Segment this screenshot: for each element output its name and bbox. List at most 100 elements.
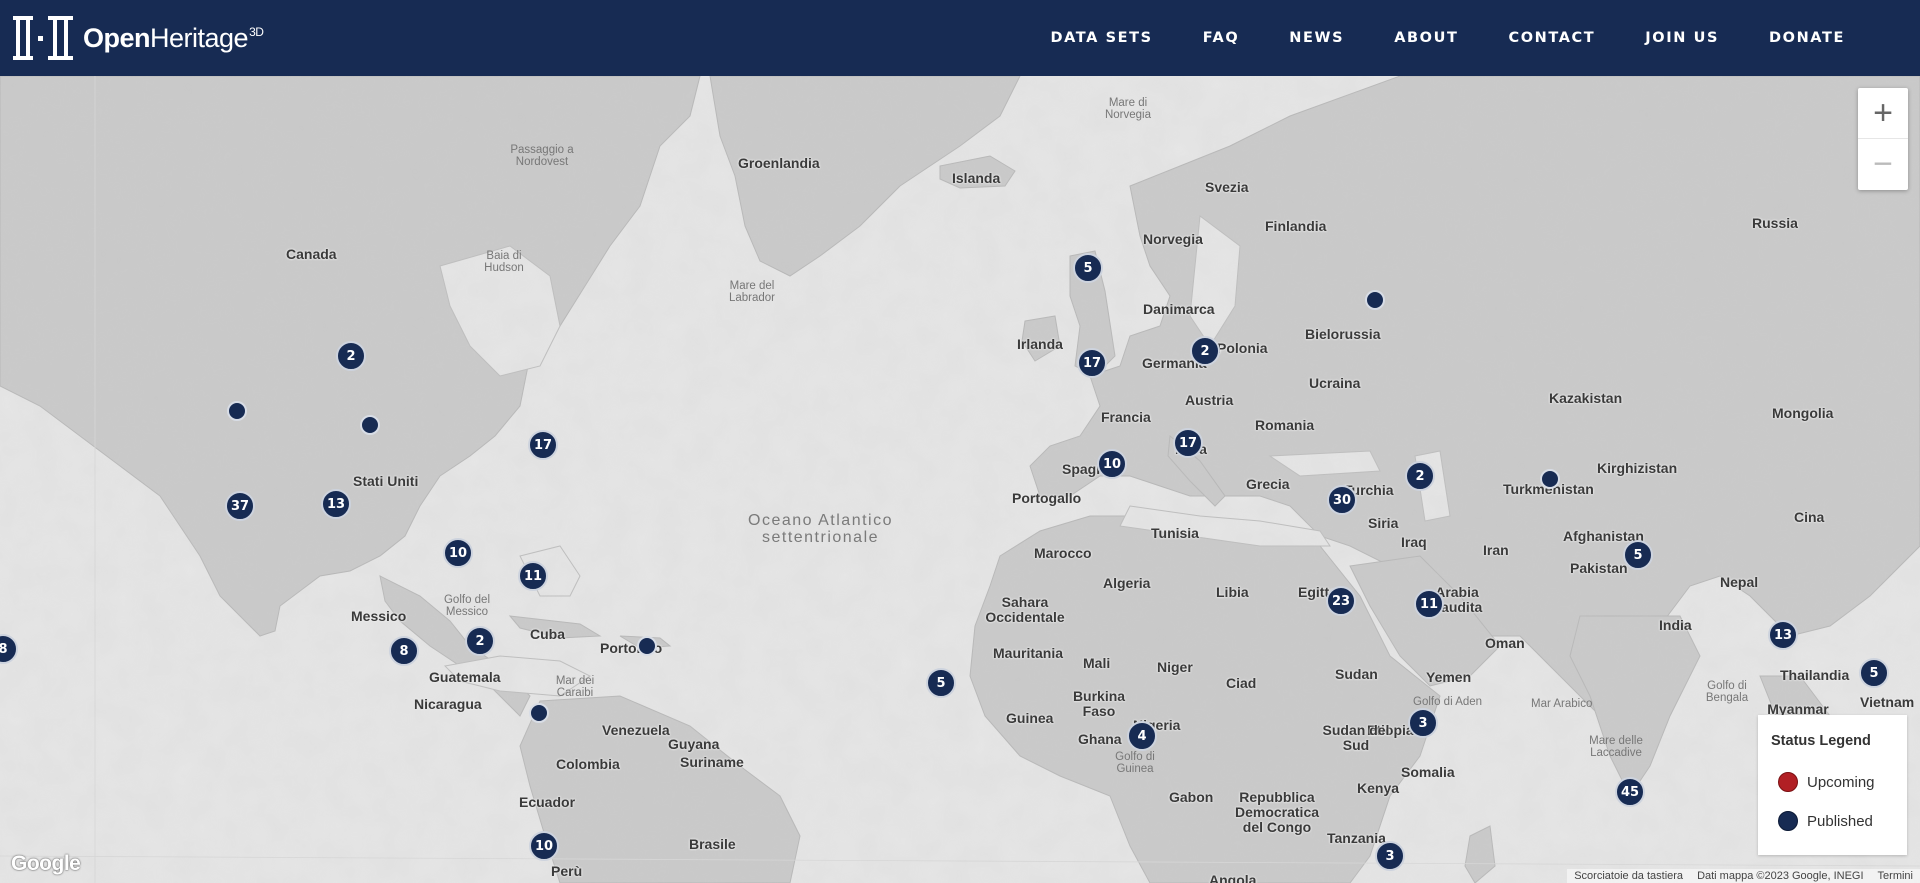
map-label: Gabon	[1169, 789, 1214, 805]
map-label: Suriname	[680, 754, 744, 770]
map-label: Kirghizistan	[1597, 460, 1678, 476]
cluster-marker[interactable]: 5	[926, 668, 956, 698]
cluster-marker[interactable]: 2	[465, 626, 495, 656]
cluster-marker[interactable]: 2	[1405, 461, 1435, 491]
zoom-out-button[interactable]: −	[1858, 138, 1908, 189]
legend-label: Published	[1807, 812, 1873, 830]
map-canvas[interactable]: Canada Stati Uniti Messico Cuba Guatemal…	[0, 76, 1920, 883]
map-label: Sudan del Sud	[1322, 722, 1390, 753]
cluster-marker[interactable]: 3	[1375, 841, 1405, 871]
map-label: Venezuela	[602, 722, 670, 738]
map-label: Marocco	[1034, 545, 1092, 561]
published-dot-icon	[1778, 811, 1798, 831]
cluster-marker[interactable]: 13	[1768, 620, 1798, 650]
nav-contact[interactable]: CONTACT	[1483, 30, 1620, 46]
map-label: Austria	[1185, 392, 1234, 408]
map-label: Sahara Occidentale	[985, 594, 1065, 625]
map-label: Cina	[1794, 509, 1825, 525]
main-nav: DATA SETS FAQ NEWS ABOUT CONTACT JOIN US…	[1025, 0, 1870, 76]
cluster-marker[interactable]: 45	[1615, 777, 1645, 807]
map-label: Ghana	[1078, 731, 1122, 747]
map-label: Algeria	[1103, 575, 1151, 591]
site-marker[interactable]	[360, 415, 380, 435]
cluster-marker[interactable]: 10	[529, 831, 559, 861]
map-label: Ciad	[1226, 675, 1257, 691]
cluster-marker[interactable]: 5	[1623, 540, 1653, 570]
site-marker[interactable]	[637, 636, 657, 656]
site-logo[interactable]: OpenHeritage3D	[13, 16, 264, 60]
zoom-control: + −	[1858, 88, 1908, 190]
map-label: Ecuador	[519, 794, 576, 810]
map-label: Portogallo	[1012, 490, 1082, 506]
site-marker[interactable]	[1365, 290, 1385, 310]
site-marker[interactable]	[1540, 469, 1560, 489]
water-label: Mare del Labrador	[728, 280, 776, 304]
cluster-marker[interactable]: 11	[1414, 589, 1444, 619]
map-label: Kenya	[1357, 780, 1400, 796]
water-label: Mar dei Caraibi	[555, 675, 595, 699]
map-label: Guinea	[1006, 710, 1054, 726]
map-label: Mauritania	[993, 645, 1064, 661]
cluster-marker[interactable]: 3	[1408, 708, 1438, 738]
map-label: Oman	[1485, 635, 1525, 651]
nav-donate[interactable]: DONATE	[1744, 30, 1870, 46]
cluster-marker[interactable]: 37	[225, 491, 255, 521]
nav-data-sets[interactable]: DATA SETS	[1025, 30, 1177, 46]
top-navbar: OpenHeritage3D DATA SETS FAQ NEWS ABOUT …	[0, 0, 1920, 76]
cluster-marker[interactable]: 23	[1326, 586, 1356, 616]
cluster-marker[interactable]: 2	[1190, 336, 1220, 366]
map-label: Francia	[1101, 409, 1151, 425]
cluster-marker[interactable]: 8	[389, 636, 419, 666]
upcoming-dot-icon	[1778, 772, 1798, 792]
map-label: Romania	[1255, 417, 1315, 433]
water-label: Golfo del Messico	[443, 594, 491, 618]
zoom-in-button[interactable]: +	[1858, 88, 1908, 138]
legend-label: Upcoming	[1807, 773, 1875, 791]
cluster-marker[interactable]: 4	[1127, 721, 1157, 751]
map-label: Canada	[286, 246, 337, 262]
cluster-marker[interactable]: 17	[528, 430, 558, 460]
map-label: Svezia	[1205, 179, 1249, 195]
cluster-marker[interactable]: 10	[1097, 449, 1127, 479]
cluster-marker[interactable]: 17	[1173, 428, 1203, 458]
map-label: Stati Uniti	[353, 473, 419, 489]
cluster-marker[interactable]: 5	[1073, 253, 1103, 283]
site-marker[interactable]	[529, 703, 549, 723]
cluster-marker[interactable]: 11	[518, 561, 548, 591]
water-label: Golfo di Guinea	[1115, 751, 1155, 775]
nav-faq[interactable]: FAQ	[1178, 30, 1265, 46]
logo-mark-icon	[13, 16, 77, 60]
map-label: Danimarca	[1143, 301, 1215, 317]
map-label: Niger	[1157, 659, 1193, 675]
legend-title: Status Legend	[1771, 733, 1871, 749]
nav-news[interactable]: NEWS	[1264, 30, 1369, 46]
legend-item-upcoming: Upcoming	[1778, 772, 1875, 792]
map-label: Sudan	[1335, 666, 1378, 682]
map-label: Guyana	[668, 736, 720, 752]
nav-about[interactable]: ABOUT	[1369, 30, 1483, 46]
cluster-marker[interactable]: 5	[1859, 658, 1889, 688]
cluster-marker[interactable]: 13	[321, 489, 351, 519]
map-label: Yemen	[1426, 669, 1472, 685]
water-label: Baia di Hudson	[484, 250, 524, 274]
cluster-marker[interactable]: 30	[1327, 485, 1357, 515]
map-label: Kazakistan	[1549, 390, 1623, 406]
map-label: Islanda	[952, 170, 1001, 186]
cluster-marker[interactable]: 2	[336, 341, 366, 371]
map-label: Mali	[1083, 655, 1111, 671]
keyboard-shortcuts-link[interactable]: Scorciatoie da tastiera	[1567, 870, 1690, 882]
water-label: Golfo di Aden	[1413, 696, 1483, 708]
map-label: Nicaragua	[414, 696, 482, 712]
water-label: Mar Arabico	[1531, 698, 1593, 710]
water-label: Passaggio a Nordovest	[510, 144, 574, 168]
map-label: Colombia	[556, 756, 620, 772]
map-label: Angola	[1209, 872, 1257, 883]
cluster-marker[interactable]: 17	[1077, 348, 1107, 378]
cluster-marker[interactable]: 10	[443, 538, 473, 568]
map-label: Repubblica Democratica del Congo	[1234, 789, 1320, 835]
map-label: Norvegia	[1143, 231, 1203, 247]
status-legend: Status Legend Upcoming Published	[1758, 715, 1907, 855]
terms-link[interactable]: Termini	[1871, 870, 1920, 882]
site-marker[interactable]	[227, 401, 247, 421]
nav-join-us[interactable]: JOIN US	[1620, 30, 1744, 46]
